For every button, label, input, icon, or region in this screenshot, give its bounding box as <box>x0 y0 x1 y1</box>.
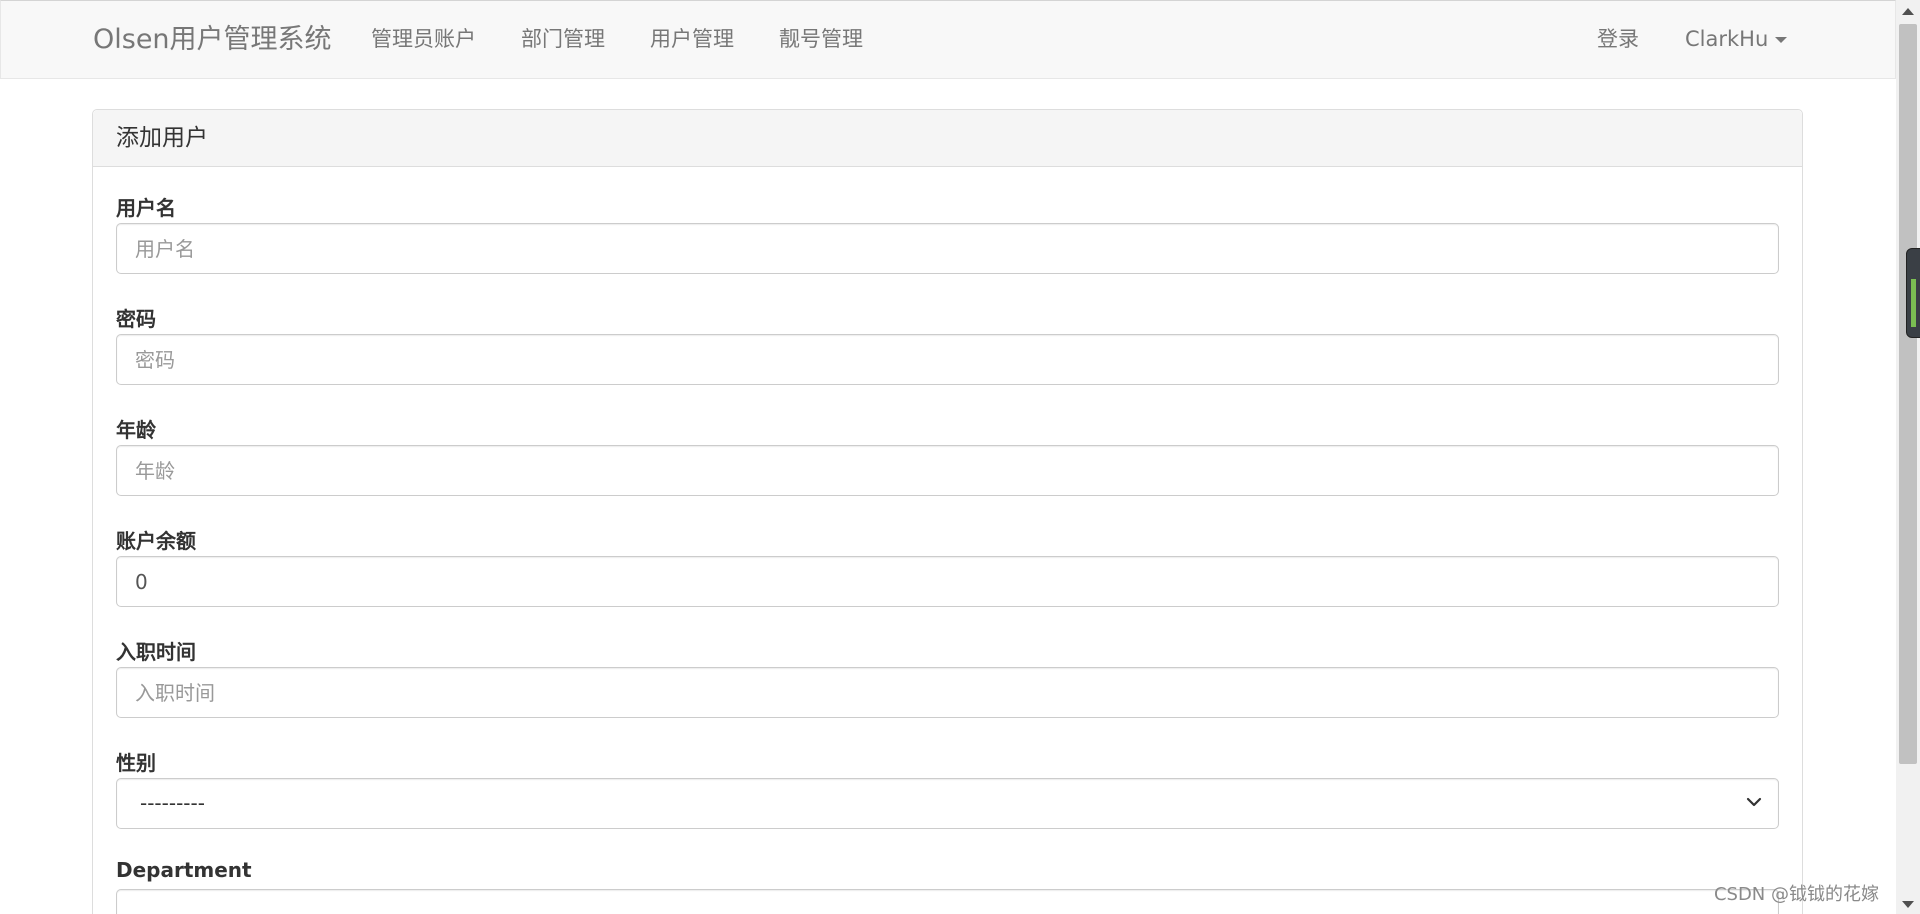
chevron-down-icon <box>1746 797 1762 807</box>
side-meter-icon[interactable] <box>1906 248 1920 338</box>
watermark: CSDN @钺钺的花嫁 <box>1713 884 1879 905</box>
gender-select-value: --------- <box>140 791 205 815</box>
user-name: ClarkHu <box>1685 27 1769 51</box>
caret-down-icon <box>1775 37 1788 43</box>
department-label: Department <box>116 858 252 882</box>
username-label: 用户名 <box>116 196 176 220</box>
page-viewport: Olsen用户管理系统 管理员账户 部门管理 用户管理 靓号管理 登录 Clar… <box>0 0 1896 914</box>
top-navbar: Olsen用户管理系统 管理员账户 部门管理 用户管理 靓号管理 登录 Clar… <box>0 0 1896 79</box>
nav-link-department[interactable]: 部门管理 <box>521 1 605 78</box>
nav-link-users[interactable]: 用户管理 <box>650 1 734 78</box>
add-user-panel: 添加用户 用户名 密码 年龄 账户余额 入职时间 性别 --------- <box>92 109 1803 914</box>
vertical-scrollbar[interactable] <box>1896 0 1920 914</box>
password-label: 密码 <box>116 307 156 331</box>
balance-input[interactable] <box>116 556 1779 607</box>
scroll-down-icon[interactable] <box>1902 901 1914 908</box>
username-input[interactable] <box>116 223 1779 274</box>
age-label: 年龄 <box>116 418 156 442</box>
nav-link-pretty-numbers[interactable]: 靓号管理 <box>779 1 863 78</box>
meter-bar <box>1911 279 1916 327</box>
panel-title: 添加用户 <box>93 110 1802 167</box>
age-input[interactable] <box>116 445 1779 496</box>
create-time-input[interactable] <box>116 667 1779 718</box>
gender-label: 性别 <box>116 751 156 775</box>
user-dropdown[interactable]: ClarkHu <box>1685 1 1788 78</box>
gender-select[interactable]: --------- <box>116 778 1779 829</box>
scroll-thumb[interactable] <box>1899 24 1917 764</box>
department-select[interactable] <box>116 889 1779 914</box>
nav-link-admin[interactable]: 管理员账户 <box>371 1 476 78</box>
scroll-up-icon[interactable] <box>1902 8 1914 15</box>
brand-title[interactable]: Olsen用户管理系统 <box>93 1 332 78</box>
balance-label: 账户余额 <box>116 529 196 553</box>
create-time-label: 入职时间 <box>116 640 196 664</box>
nav-link-login[interactable]: 登录 <box>1597 1 1639 78</box>
password-input[interactable] <box>116 334 1779 385</box>
